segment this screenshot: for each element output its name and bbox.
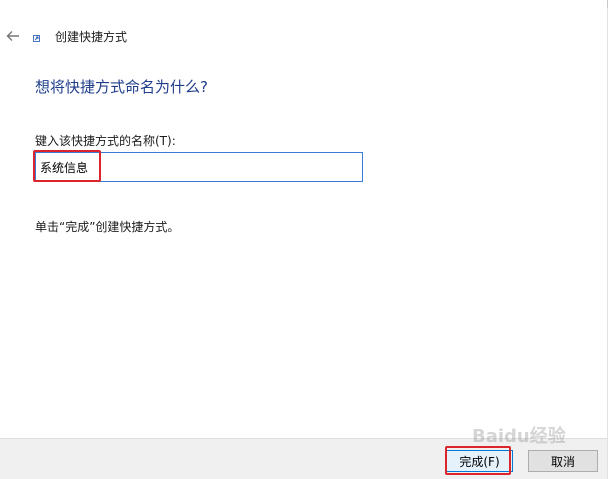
back-button[interactable]	[4, 27, 22, 45]
window-title: 创建快捷方式	[55, 30, 128, 44]
finish-button[interactable]: 完成(F)	[446, 450, 513, 472]
name-field-label: 键入该快捷方式的名称(T):	[35, 134, 176, 148]
cancel-button[interactable]: 取消	[528, 450, 598, 472]
window-edge	[586, 0, 608, 8]
name-field-container	[35, 152, 363, 182]
button-bar: 完成(F) 取消	[0, 438, 607, 479]
page-heading: 想将快捷方式命名为什么?	[35, 78, 208, 96]
arrow-left-icon	[6, 31, 19, 41]
shortcut-icon	[33, 35, 40, 42]
shortcut-name-input[interactable]	[36, 153, 362, 181]
create-shortcut-window: 创建快捷方式 想将快捷方式命名为什么? 键入该快捷方式的名称(T): 单击“完成…	[0, 0, 608, 479]
finish-hint: 单击“完成”创建快捷方式。	[35, 220, 180, 234]
